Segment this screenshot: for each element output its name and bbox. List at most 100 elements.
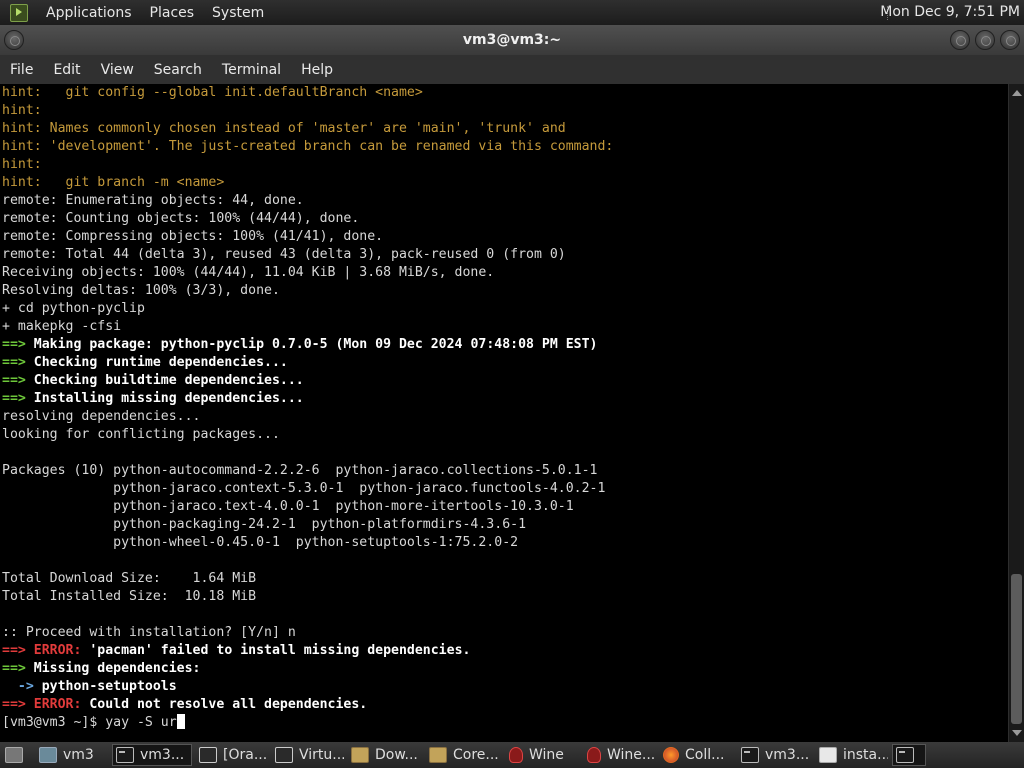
terminal-text: :: Proceed with installation? [Y/n] n [2,625,296,640]
terminal-text: remote: Compressing objects: 100% (41/41… [2,229,384,244]
terminal-text: python-jaraco.text-4.0.0-1 python-more-i… [2,499,574,514]
taskbar-button[interactable]: Wine... [584,744,656,766]
terminal-line: Resolving deltas: 100% (3/3), done. [0,282,1008,300]
system-menu[interactable]: System [212,5,264,21]
terminal-text: Missing dependencies: [33,661,201,676]
terminal-text: hint: Names commonly chosen instead of '… [2,121,566,136]
terminal-line: ==> Checking runtime dependencies... [0,354,1008,372]
firefox-icon [663,747,679,763]
taskbar-button-label: Dow... [375,747,418,763]
terminal-line: python-jaraco.context-5.3.0-1 python-jar… [0,480,1008,498]
terminal-text: ERROR: [33,643,90,658]
menu-edit[interactable]: Edit [53,62,80,78]
terminal-line: python-wheel-0.45.0-1 python-setuptools-… [0,534,1008,552]
taskbar-button[interactable] [2,744,28,766]
taskbar-button-label: Core... [453,747,499,763]
terminal-scrollbar[interactable] [1008,84,1024,742]
minimize-button[interactable] [950,30,970,50]
terminal-text: Total Download Size: 1.64 MiB [2,571,257,586]
terminal-text: + makepkg -cfsi [2,319,122,334]
prompt-line[interactable]: [vm3@vm3 ~]$ yay -S ur [0,714,1008,732]
taskbar-button[interactable]: vm3... [112,744,192,766]
text-editor-icon [819,747,837,763]
terminal-text: Could not resolve all dependencies. [89,697,368,712]
window-list-icon [896,747,914,763]
terminal-text: hint: 'development'. The just-created br… [2,139,614,154]
terminal-text: Checking runtime dependencies... [33,355,288,370]
terminal-line: remote: Total 44 (delta 3), reused 43 (d… [0,246,1008,264]
terminal-line: looking for conflicting packages... [0,426,1008,444]
terminal-text: ==> [2,373,34,388]
terminal-line: -> python-setuptools [0,678,1008,696]
terminal-text: Making package: python-pyclip 0.7.0-5 (M… [33,337,598,352]
terminal-line: hint: git config --global init.defaultBr… [0,84,1008,102]
window-icon [275,747,293,763]
terminal-text: -> [2,679,42,694]
menu-view[interactable]: View [101,62,134,78]
scroll-up-icon[interactable] [1012,90,1022,96]
scroll-down-icon[interactable] [1012,730,1022,736]
applications-icon[interactable] [10,3,28,22]
close-button[interactable] [1000,30,1020,50]
terminal-text: remote: Enumerating objects: 44, done. [2,193,304,208]
terminal-line: hint: Names commonly chosen instead of '… [0,120,1008,138]
taskbar-button[interactable]: Virtu... [272,744,344,766]
terminal-text: ==> [2,661,34,676]
scrollbar-thumb[interactable] [1011,574,1022,724]
terminal-text: hint: git config --global init.defaultBr… [2,85,423,100]
clock[interactable]: Mon Dec 9, 7:51 PM [880,0,1020,25]
terminal-text: Total Installed Size: 10.18 MiB [2,589,257,604]
terminal-icon [741,747,759,763]
terminal-text: Packages (10) python-autocommand-2.2.2-6… [2,463,598,478]
terminal-line: python-packaging-24.2-1 python-platformd… [0,516,1008,534]
menu-search[interactable]: Search [154,62,202,78]
shell-prompt: [vm3@vm3 ~]$ [2,715,106,730]
menu-terminal[interactable]: Terminal [222,62,281,78]
applications-menu[interactable]: Applications [46,5,132,21]
taskbar-button[interactable] [892,744,926,766]
window-menu-icon[interactable] [4,30,24,50]
show-desktop-icon [5,747,23,763]
window-titlebar[interactable]: vm3@vm3:~ [0,25,1024,55]
terminal-text: python-setuptools [41,679,177,694]
taskbar-button[interactable]: vm3... [738,744,812,766]
taskbar-button[interactable]: [Ora... [196,744,268,766]
menu-file[interactable]: File [10,62,33,78]
home-folder-icon [39,747,57,763]
terminal-line: ==> Checking buildtime dependencies... [0,372,1008,390]
terminal-line: resolving dependencies... [0,408,1008,426]
terminal-text: resolving dependencies... [2,409,201,424]
places-menu[interactable]: Places [150,5,195,21]
menu-help[interactable]: Help [301,62,333,78]
terminal-text: ==> [2,391,34,406]
terminal-text: python-jaraco.context-5.3.0-1 python-jar… [2,481,606,496]
terminal-output[interactable]: hint: git config --global init.defaultBr… [0,84,1008,742]
text-cursor [176,714,185,729]
taskbar-button[interactable]: Core... [426,744,502,766]
terminal-line: :: Proceed with installation? [Y/n] n [0,624,1008,642]
terminal-line: + makepkg -cfsi [0,318,1008,336]
wine-icon [509,747,523,763]
terminal-line: remote: Enumerating objects: 44, done. [0,192,1008,210]
terminal-text: python-packaging-24.2-1 python-platformd… [2,517,527,532]
terminal-text: Checking buildtime dependencies... [33,373,304,388]
terminal-line: hint: [0,156,1008,174]
terminal-text: ==> [2,355,34,370]
taskbar-button[interactable]: Coll... [660,744,734,766]
terminal-text: ==> [2,337,34,352]
terminal-text: hint: [2,103,42,118]
terminal-text: Receiving objects: 100% (44/44), 11.04 K… [2,265,495,280]
taskbar-button[interactable]: Wine [506,744,580,766]
terminal-text: remote: Counting objects: 100% (44/44), … [2,211,360,226]
taskbar-button[interactable]: vm3 [36,744,108,766]
taskbar-button[interactable]: insta... [816,744,888,766]
command-input[interactable]: yay -S ur [105,715,176,730]
maximize-button[interactable] [975,30,995,50]
taskbar-button-label: vm3 [63,747,94,763]
terminal-text: hint: git branch -m <name> [2,175,225,190]
wine-icon [587,747,601,763]
taskbar-button[interactable]: Dow... [348,744,422,766]
terminal-line: remote: Counting objects: 100% (44/44), … [0,210,1008,228]
terminal-line: hint: 'development'. The just-created br… [0,138,1008,156]
